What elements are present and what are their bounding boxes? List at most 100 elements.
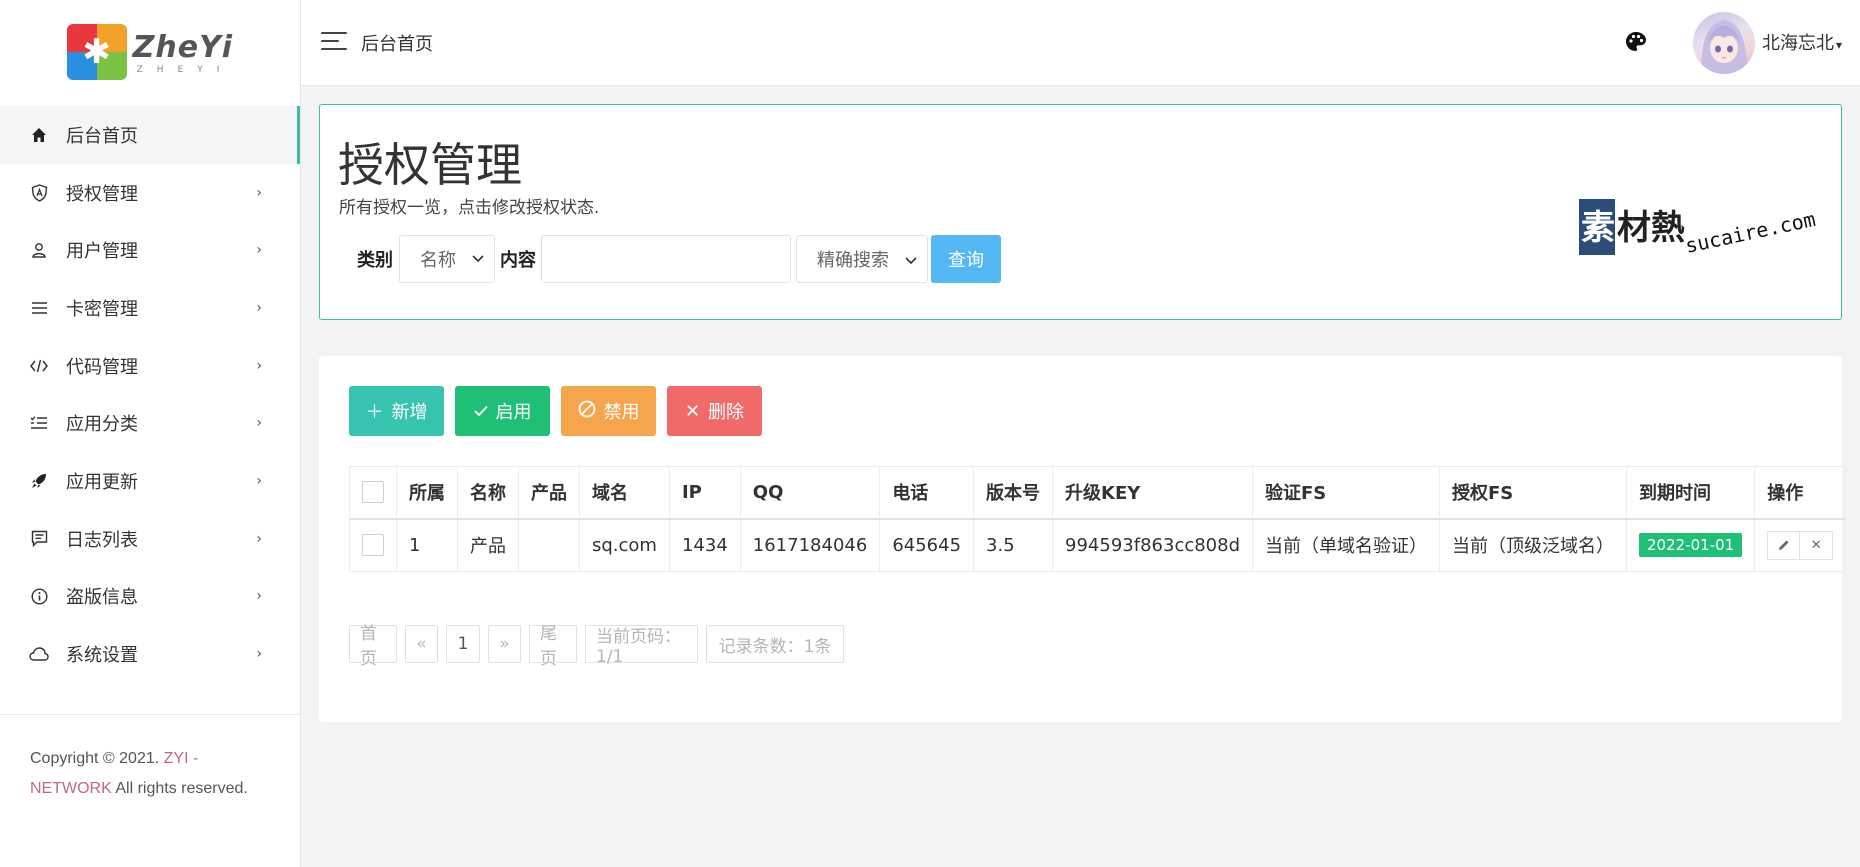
rocket-icon [28,470,50,492]
sidebar-item-piracy[interactable]: 盗版信息 › [0,568,300,626]
pager-count-info: 记录条数：1条 [706,625,844,663]
column-header: 电话 [879,466,975,519]
cell-qq: 1617184046 [739,518,881,572]
auth-table: 所属 名称 产品 域名 IP QQ 电话 版本号 升级KEY 验证FS 授权FS… [349,466,1847,572]
ban-icon [578,400,596,423]
pager-page-1[interactable]: 1 [446,625,480,663]
query-button[interactable]: 查询 [931,235,1001,283]
column-header: IP [668,466,741,519]
column-header: 所属 [396,466,458,519]
category-list-icon [28,412,50,434]
sidebar-item-label: 卡密管理 [66,298,138,320]
edit-icon[interactable] [1767,530,1801,560]
check-icon [473,401,488,422]
table-header-row: 所属 名称 产品 域名 IP QQ 电话 版本号 升级KEY 验证FS 授权FS… [349,466,1847,519]
message-icon [28,528,50,550]
cloud-icon [28,643,50,665]
select-all-checkbox[interactable] [362,481,384,504]
sidebar-item-label: 授权管理 [66,183,138,205]
svg-text:sucaire.com: sucaire.com [1683,207,1818,258]
menu-lines-icon [28,297,50,319]
chevron-right-icon: › [256,299,262,316]
sidebar-item-label: 系统设置 [66,645,138,667]
watermark-logo: 素 材熱 sucaire.com [1571,195,1819,261]
sidebar-item-label: 应用分类 [66,414,138,436]
page-description: 所有授权一览，点击修改授权状态. [339,198,600,218]
user-menu[interactable]: 北海忘北 ▾ [1762,29,1842,55]
cell-ip: 1434 [668,518,741,572]
sidebar-item-code[interactable]: 代码管理 › [0,337,300,395]
sidebar-item-label: 代码管理 [66,356,138,378]
cell-version: 3.5 [973,518,1054,572]
column-header: 升级KEY [1052,466,1254,519]
enable-button[interactable]: 启用 [455,386,550,436]
info-icon [28,585,50,607]
search-bar: 类别 名称 内容 精确搜索 查询 [357,235,1001,283]
cell-phone: 645645 [879,518,975,572]
pager-first[interactable]: 首页 [349,624,397,669]
sidebar-item-home[interactable]: 后台首页 [0,106,300,164]
add-button[interactable]: ＋ 新增 [349,386,444,436]
chevron-right-icon: › [256,588,262,605]
cell-domain: sq.com [579,518,670,572]
sidebar-item-label: 盗版信息 [66,587,138,609]
page-header-panel: 授权管理 所有授权一览，点击修改授权状态. 类别 名称 内容 精确搜索 查询 素… [319,104,1842,320]
logo[interactable]: ✱ ZheYi ZHEYI [0,0,300,104]
expire-date-badge: 2022-01-01 [1639,533,1743,558]
disable-button[interactable]: 禁用 [561,386,656,436]
column-header: 域名 [579,466,670,519]
row-actions: ✕ [1767,530,1834,560]
sidebar-item-logs[interactable]: 日志列表 › [0,510,300,568]
palette-icon[interactable] [1624,30,1648,54]
column-header: 产品 [518,466,580,519]
delete-row-icon[interactable]: ✕ [1800,530,1834,560]
cell-owner: 1 [396,518,458,572]
chevron-down-icon [472,252,484,266]
cell-upgrade-key: 994593f863cc808d [1052,518,1254,572]
sidebar-item-app-update[interactable]: 应用更新 › [0,452,300,510]
cell-name: 产品 [457,518,519,572]
sidebar-divider [0,714,300,715]
topbar: 后台首页 北海忘北 ▾ [301,0,1860,86]
chevron-right-icon: › [256,242,262,259]
sidebar-item-auth[interactable]: 授权管理 › [0,164,300,222]
sidebar-item-app-category[interactable]: 应用分类 › [0,394,300,452]
select-all-cell [349,466,397,519]
column-header: 授权FS [1439,466,1628,519]
sidebar-item-users[interactable]: 用户管理 › [0,221,300,279]
chevron-right-icon: › [256,530,262,547]
pager-last[interactable]: 尾页 [529,624,577,669]
cell-product [518,518,580,572]
pager-next[interactable]: » [488,625,521,663]
search-mode-select[interactable]: 精确搜索 [796,235,928,283]
sidebar: ✱ ZheYi ZHEYI 后台首页 授权管理 › 用户管理 › 卡密管理 › … [0,0,301,867]
type-select[interactable]: 名称 [399,235,495,283]
sidebar-item-settings[interactable]: 系统设置 › [0,625,300,683]
chevron-right-icon: › [256,357,262,374]
avatar[interactable] [1693,12,1755,74]
chevron-down-icon [905,249,917,270]
menu-toggle-icon[interactable] [321,31,347,51]
pagination: 首页 « 1 » 尾页 当前页码：1/1 记录条数：1条 [349,624,844,669]
table-row[interactable]: 1 产品 sq.com 1434 1617184046 645645 3.5 9… [349,518,1847,572]
breadcrumb[interactable]: 后台首页 [361,30,433,56]
chevron-right-icon: › [256,184,262,201]
delete-button[interactable]: ✕ 删除 [667,386,762,436]
list-panel: ＋ 新增 启用 禁用 ✕ 删除 所属 名称 产品 域名 IP QQ 电话 版本号… [319,356,1847,722]
row-checkbox[interactable] [362,534,384,557]
chevron-right-icon: › [256,415,262,432]
content-label: 内容 [500,250,536,271]
column-header: QQ [739,466,881,519]
pager-current-info: 当前页码：1/1 [585,625,698,667]
user-icon [28,239,50,261]
toolbar: ＋ 新增 启用 禁用 ✕ 删除 [349,386,762,436]
code-icon [28,355,50,377]
home-icon [28,124,50,146]
page-title: 授权管理 [338,138,522,192]
plus-icon: ＋ [365,402,384,423]
sidebar-item-cards[interactable]: 卡密管理 › [0,279,300,337]
column-header: 名称 [457,466,519,519]
search-input[interactable] [541,235,791,283]
chevron-right-icon: › [256,472,262,489]
pager-prev[interactable]: « [405,625,438,663]
